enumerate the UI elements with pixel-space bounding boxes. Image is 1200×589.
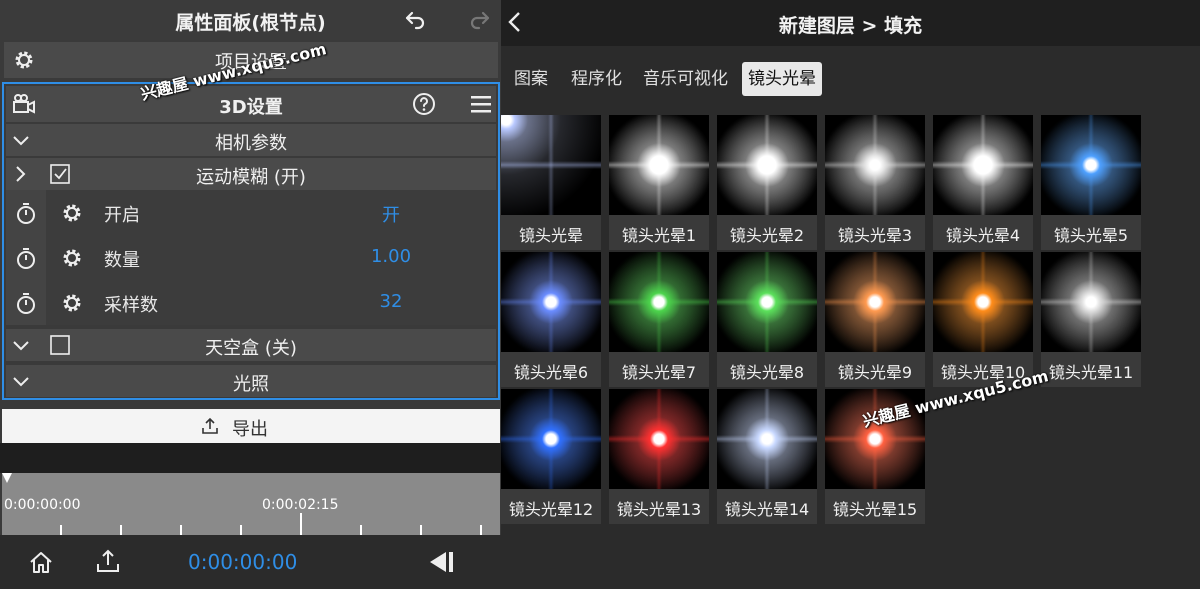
lens-flare-label: 镜头光晕12 xyxy=(508,500,594,519)
lens-flare-label: 镜头光晕7 xyxy=(621,363,697,382)
lens-flare-item[interactable]: 镜头光晕13 xyxy=(609,389,709,524)
stopwatch-icon[interactable] xyxy=(14,291,38,315)
lens-flare-item[interactable]: 镜头光晕5 xyxy=(1041,115,1141,250)
export-icon xyxy=(202,417,218,434)
lens-flare-thumbnail xyxy=(933,252,1033,352)
share-icon[interactable] xyxy=(95,548,121,574)
lens-flare-item[interactable]: 镜头光晕6 xyxy=(501,252,601,387)
lens-flare-item[interactable]: 镜头光晕12 xyxy=(501,389,601,524)
lens-flare-thumbnail xyxy=(825,115,925,215)
menu-icon[interactable] xyxy=(470,94,492,114)
lens-flare-thumbnail xyxy=(717,389,817,489)
home-icon[interactable] xyxy=(28,549,54,575)
lens-flare-label: 镜头光晕8 xyxy=(729,363,805,382)
current-time: 0:00:00:00 xyxy=(188,550,298,574)
lens-flare-thumbnail xyxy=(1041,252,1141,352)
timeline-mid-time: 0:00:02:15 xyxy=(262,497,339,513)
lens-flare-item[interactable]: 镜头光晕14 xyxy=(717,389,817,524)
timeline-track-area[interactable] xyxy=(0,443,501,473)
lens-flare-item[interactable]: 镜头光晕4 xyxy=(933,115,1033,250)
lens-flare-thumbnail xyxy=(609,115,709,215)
fill-header: 新建图层 > 填充 xyxy=(501,0,1200,46)
lens-flare-label: 镜头光晕5 xyxy=(1053,226,1129,245)
skip-back-icon[interactable] xyxy=(426,549,456,575)
lens-flare-label: 镜头光晕14 xyxy=(724,500,810,519)
param-name: 开启 xyxy=(104,205,140,226)
param-row-enable[interactable]: 开启 开 xyxy=(6,190,496,235)
lens-flare-label: 镜头光晕13 xyxy=(616,500,702,519)
skybox-label: 天空盒 (关) xyxy=(205,338,297,359)
lens-flare-item[interactable]: 镜头光晕9 xyxy=(825,252,925,387)
lens-flare-label: 镜头光晕15 xyxy=(832,500,918,519)
lens-flare-thumbnail xyxy=(1041,115,1141,215)
skybox-row[interactable]: 天空盒 (关) xyxy=(6,329,496,361)
bottom-toolbar: 0:00:00:00 xyxy=(0,535,501,589)
lens-flare-label: 镜头光晕1 xyxy=(621,226,697,245)
lens-flare-label: 镜头光晕2 xyxy=(729,226,805,245)
lens-flare-item[interactable]: 镜头光晕1 xyxy=(609,115,709,250)
playhead-marker[interactable] xyxy=(2,473,12,483)
lens-flare-item[interactable]: 镜头光晕3 xyxy=(825,115,925,250)
param-value[interactable]: 32 xyxy=(346,291,436,312)
lens-flare-item[interactable]: 镜头光晕7 xyxy=(609,252,709,387)
lens-flare-item[interactable]: 镜头光晕2 xyxy=(717,115,817,250)
tab-music-visualization[interactable]: 音乐可视化 xyxy=(637,62,734,96)
lens-flare-item[interactable]: 镜头光晕10 xyxy=(933,252,1033,387)
settings-3d-header[interactable]: 3D设置 xyxy=(6,86,496,122)
lens-flare-thumbnail xyxy=(501,252,601,352)
export-label: 导出 xyxy=(232,419,268,440)
export-button[interactable]: 导出 xyxy=(2,409,500,443)
lens-flare-thumbnail xyxy=(717,115,817,215)
lens-flare-thumbnail xyxy=(933,115,1033,215)
lens-flare-label: 镜头光晕11 xyxy=(1048,363,1134,382)
lens-flare-thumbnail xyxy=(501,389,601,489)
redo-icon[interactable] xyxy=(468,8,492,32)
timeline-start-time: 0:00:00:00 xyxy=(4,497,81,513)
gear-icon[interactable] xyxy=(60,201,84,225)
timeline-ruler[interactable]: 0:00:00:00 0:00:02:15 xyxy=(2,473,500,535)
fill-tabs: 图案 程序化 音乐可视化 镜头光晕 xyxy=(501,62,1200,96)
lens-flare-label: 镜头光晕4 xyxy=(945,226,1021,245)
settings-3d-panel: 3D设置 相机参数 运动模糊 (开) 开启 开 数量 1.00 采样数 32 天… xyxy=(2,82,500,400)
help-icon[interactable] xyxy=(412,92,436,116)
tab-procedural[interactable]: 程序化 xyxy=(565,62,628,96)
stopwatch-icon[interactable] xyxy=(14,201,38,225)
new-layer-fill-panel: 新建图层 > 填充 图案 程序化 音乐可视化 镜头光晕 镜头光晕 镜头光晕1 镜头光… xyxy=(501,0,1200,589)
camera-params-row[interactable]: 相机参数 xyxy=(6,124,496,156)
lens-flare-thumbnail xyxy=(609,252,709,352)
gear-icon[interactable] xyxy=(60,291,84,315)
lens-flare-thumbnail xyxy=(501,115,601,215)
param-row-samples[interactable]: 采样数 32 xyxy=(6,280,496,325)
stopwatch-icon[interactable] xyxy=(14,246,38,270)
lens-flare-label: 镜头光晕6 xyxy=(513,363,589,382)
lens-flare-item[interactable]: 镜头光晕8 xyxy=(717,252,817,387)
lens-flare-item[interactable]: 镜头光晕 xyxy=(501,115,601,250)
param-value[interactable]: 开 xyxy=(346,201,436,227)
lens-flare-item[interactable]: 镜头光晕11 xyxy=(1041,252,1141,387)
param-value[interactable]: 1.00 xyxy=(346,246,436,267)
tab-lens-flare[interactable]: 镜头光晕 xyxy=(742,62,822,96)
lens-flare-thumbnail xyxy=(609,389,709,489)
lens-flare-label: 镜头光晕3 xyxy=(837,226,913,245)
param-name: 采样数 xyxy=(104,295,158,316)
param-row-amount[interactable]: 数量 1.00 xyxy=(6,235,496,280)
lighting-label: 光照 xyxy=(233,374,269,395)
fill-title: 新建图层 > 填充 xyxy=(778,15,923,37)
undo-icon[interactable] xyxy=(403,8,427,32)
motion-blur-row[interactable]: 运动模糊 (开) xyxy=(6,158,496,190)
lighting-row[interactable]: 光照 xyxy=(6,365,496,397)
lens-flare-label: 镜头光晕9 xyxy=(837,363,913,382)
param-name: 数量 xyxy=(104,250,140,271)
camera-params-label: 相机参数 xyxy=(215,133,287,154)
properties-panel: 属性面板(根节点) 项目设置 3D设置 相机参数 运动模糊 (开) 开启 开 数… xyxy=(0,0,501,589)
motion-blur-label: 运动模糊 (开) xyxy=(196,167,306,188)
tab-pattern[interactable]: 图案 xyxy=(508,62,554,96)
properties-header: 属性面板(根节点) xyxy=(0,0,501,40)
lens-flare-thumbnail xyxy=(717,252,817,352)
gear-icon[interactable] xyxy=(60,246,84,270)
lens-flare-thumbnail xyxy=(825,252,925,352)
lens-flare-label: 镜头光晕 xyxy=(518,226,583,245)
